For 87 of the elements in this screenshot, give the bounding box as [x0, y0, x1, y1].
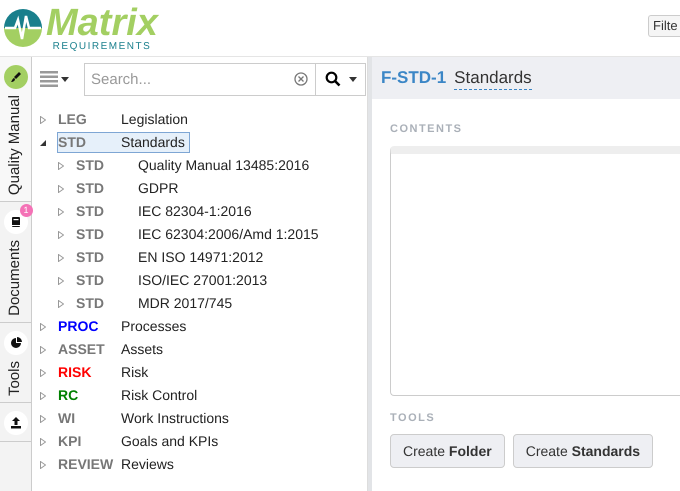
logo-wordmark: Matrix: [46, 4, 158, 42]
item-label: GDPR: [137, 179, 178, 198]
item-prefix: STD: [76, 271, 105, 290]
tree-item[interactable]: STD Standards: [57, 132, 190, 153]
item-prefix: STD: [76, 294, 105, 313]
tree-item[interactable]: WI Work Instructions: [57, 408, 234, 429]
search-button[interactable]: [316, 62, 366, 96]
item-prefix: RC: [58, 386, 80, 405]
tree-item[interactable]: RC Risk Control: [57, 385, 202, 406]
item-prefix: STD: [76, 248, 105, 267]
item-id: F-STD-1: [381, 67, 446, 90]
item-prefix: STD: [58, 133, 87, 152]
item-label: Legislation: [120, 110, 188, 129]
expand-triangle-icon[interactable]: [40, 346, 49, 354]
side-tab[interactable]: Quality Manual: [0, 57, 31, 202]
clear-icon[interactable]: [294, 72, 308, 86]
item-prefix: STD: [76, 225, 105, 244]
item-prefix: RISK: [58, 363, 92, 382]
create-button[interactable]: Create Folder: [390, 434, 505, 468]
item-label: IEC 62304:2006/Amd 1:2015: [137, 225, 319, 244]
expand-triangle-icon[interactable]: [58, 208, 67, 216]
expand-triangle-icon[interactable]: [40, 460, 49, 468]
tree-item[interactable]: KPI Goals and KPIs: [57, 431, 224, 452]
item-label: Risk Control: [120, 386, 198, 405]
expand-triangle-icon[interactable]: [58, 184, 67, 192]
menu-icon: [40, 70, 58, 88]
tree-item[interactable]: STD ISO/IEC 27001:2013: [75, 270, 272, 291]
expand-triangle-icon[interactable]: [40, 322, 49, 330]
tree-item[interactable]: REVIEW Reviews: [57, 454, 179, 475]
tree-item[interactable]: STD EN ISO 14971:2012: [75, 247, 268, 268]
item-label: Assets: [120, 340, 164, 359]
item-label: Risk: [120, 363, 148, 382]
item-title[interactable]: Standards: [454, 66, 532, 90]
expand-triangle-icon[interactable]: [40, 414, 49, 422]
item-prefix: LEG: [58, 110, 88, 129]
item-prefix: ASSET: [58, 340, 106, 359]
expand-triangle-icon[interactable]: [58, 300, 67, 308]
item-label: Goals and KPIs: [120, 432, 218, 451]
tree-item[interactable]: LEG Legislation: [57, 109, 193, 130]
tree-item[interactable]: STD Quality Manual 13485:2016: [75, 155, 314, 176]
search-icon: [324, 71, 340, 87]
item-label: Standards: [120, 133, 185, 152]
tab-label: Quality Manual: [5, 95, 24, 196]
expand-triangle-icon[interactable]: [40, 438, 49, 446]
item-label: Work Instructions: [120, 409, 229, 428]
item-label: ISO/IEC 27001:2013: [137, 271, 268, 290]
section-label: TOOLS: [390, 410, 436, 426]
tree-item[interactable]: STD IEC 62304:2006/Amd 1:2015: [75, 224, 324, 245]
expand-triangle-icon[interactable]: [58, 162, 67, 170]
tree-item[interactable]: RISK Risk: [57, 362, 154, 383]
side-tab[interactable]: 1 Documents: [0, 202, 31, 323]
item-prefix: STD: [76, 179, 105, 198]
tree-item[interactable]: PROC Processes: [57, 316, 192, 337]
item-label: EN ISO 14971:2012: [137, 248, 264, 267]
expand-triangle-icon[interactable]: [40, 392, 49, 400]
search-field[interactable]: Search...: [84, 62, 316, 96]
filter-button[interactable]: Filte: [648, 15, 680, 37]
tree-item[interactable]: STD IEC 82304-1:2016: [75, 201, 257, 222]
expand-triangle-icon[interactable]: [58, 276, 67, 284]
logo-tagline: REQUIREMENTS: [52, 42, 152, 52]
expand-triangle-icon[interactable]: [40, 116, 49, 124]
tab-label: Documents: [5, 240, 24, 316]
item-prefix: STD: [76, 202, 105, 221]
tree-item[interactable]: STD GDPR: [75, 178, 184, 199]
expand-triangle-icon[interactable]: [58, 254, 67, 262]
item-prefix: PROC: [58, 317, 100, 336]
caret-icon: [61, 76, 69, 82]
item-label: Quality Manual 13485:2016: [137, 156, 310, 175]
item-prefix: STD: [76, 156, 105, 175]
collapse-triangle-icon[interactable]: [40, 140, 49, 146]
tab-label: Tools: [5, 360, 24, 396]
item-prefix: REVIEW: [58, 455, 114, 474]
tree-item[interactable]: ASSET Assets: [57, 339, 168, 360]
item-prefix: KPI: [58, 432, 82, 451]
item-label: Processes: [120, 317, 186, 336]
item-label: IEC 82304-1:2016: [137, 202, 252, 221]
item-label: Reviews: [120, 455, 174, 474]
expand-triangle-icon[interactable]: [58, 230, 67, 238]
logo-icon: [2, 7, 44, 49]
expand-triangle-icon[interactable]: [40, 368, 49, 376]
item-prefix: WI: [58, 409, 76, 428]
create-button[interactable]: Create Standards: [512, 434, 654, 468]
item-label: MDR 2017/745: [137, 294, 232, 313]
caret-icon: [348, 76, 356, 82]
notification-badge: 1: [20, 204, 32, 218]
tree-item[interactable]: STD MDR 2017/745: [75, 293, 238, 314]
section-label: CONTENTS: [390, 122, 464, 137]
